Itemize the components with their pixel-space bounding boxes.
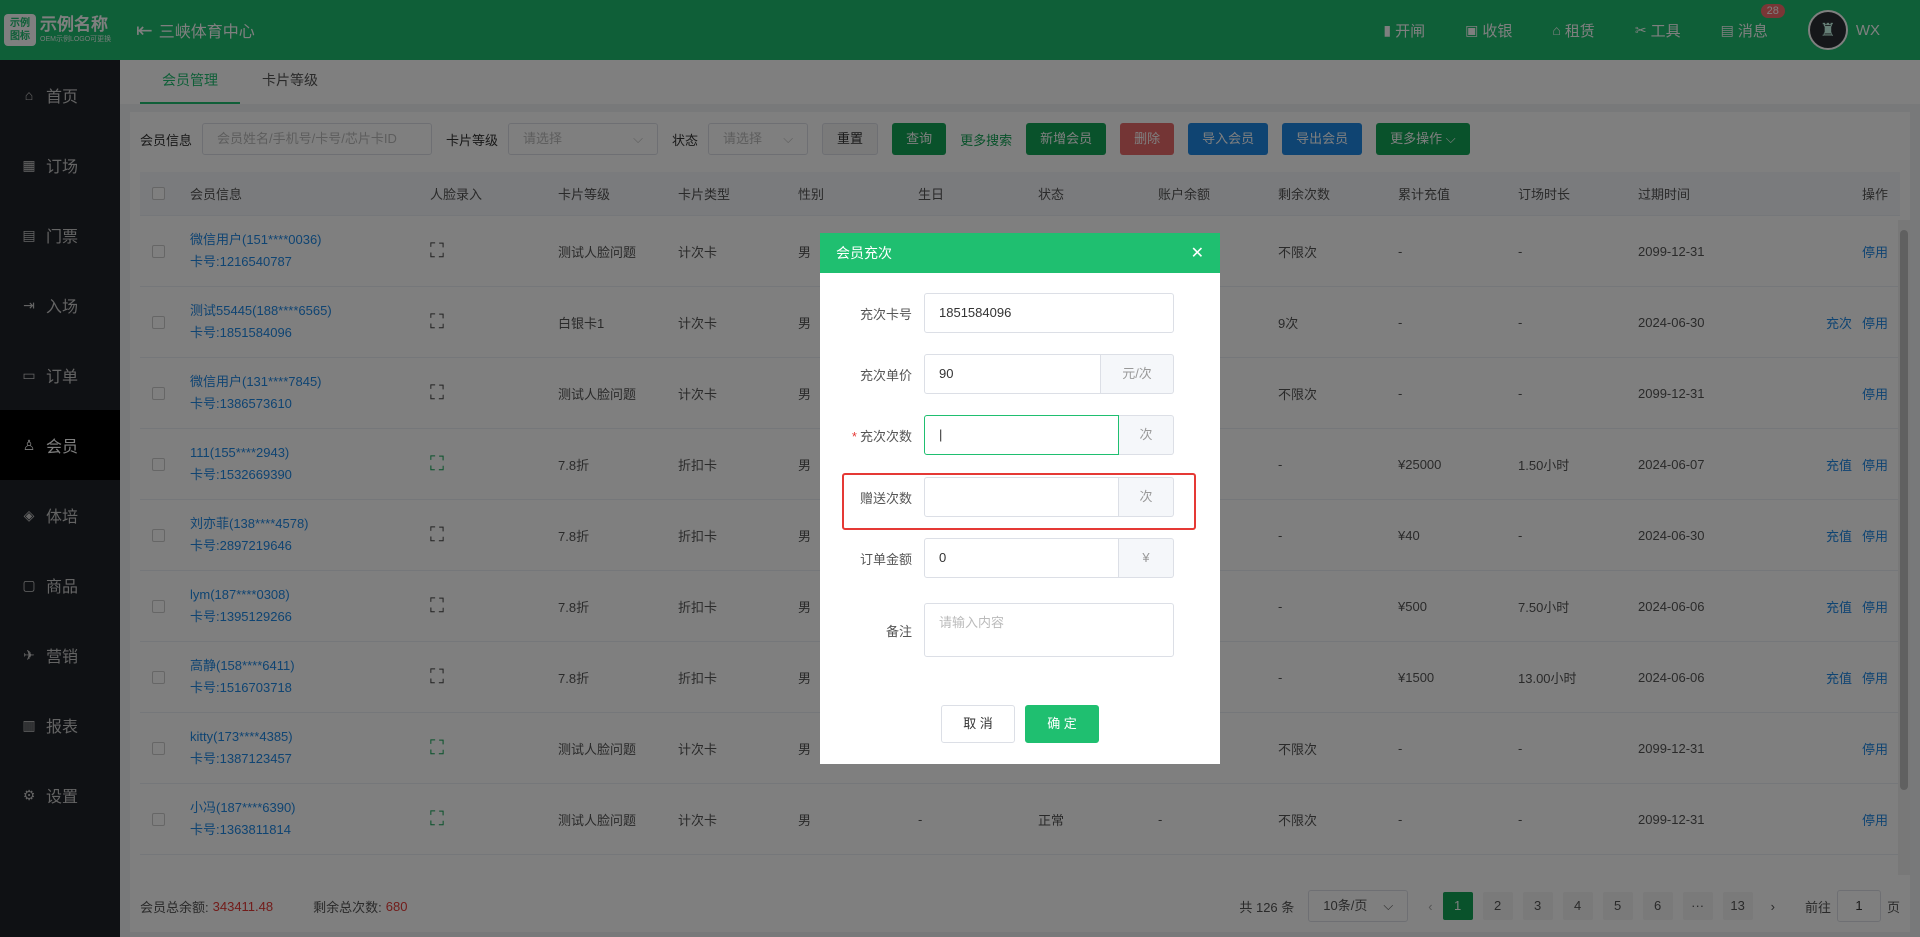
dialog-title: 会员充次 — [836, 245, 892, 261]
remark-label: 备注 — [885, 623, 912, 639]
recharge-times-suffix: 次 — [1119, 415, 1174, 455]
card-number-label: 充次卡号 — [859, 306, 912, 322]
recharge-times-row: * 充次次数 | 次 — [820, 415, 1220, 455]
remark-row: 备注 请输入内容 — [820, 603, 1220, 657]
unit-price-row: 充次单价 90 元/次 — [820, 354, 1220, 394]
unit-price-field[interactable]: 90 — [924, 354, 1101, 394]
order-amount-field[interactable]: 0 — [924, 538, 1119, 578]
order-amount-label: 订单金额 — [859, 551, 912, 567]
confirm-button[interactable]: 确 定 — [1025, 705, 1099, 743]
required-star: * — [851, 428, 857, 444]
order-amount-row: 订单金额 0 ¥ — [820, 538, 1220, 578]
gift-times-highlight-box — [842, 473, 1196, 530]
close-icon[interactable]: ✕ — [1191, 243, 1204, 263]
card-number-row: 充次卡号 1851584096 — [820, 293, 1220, 333]
cancel-button[interactable]: 取 消 — [941, 705, 1015, 743]
unit-price-suffix: 元/次 — [1101, 354, 1174, 394]
remark-textarea[interactable]: 请输入内容 — [924, 603, 1174, 657]
dialog-buttons: 取 消 确 定 — [820, 705, 1220, 743]
unit-price-label: 充次单价 — [859, 367, 912, 383]
card-number-field[interactable]: 1851584096 — [924, 293, 1174, 333]
order-amount-suffix: ¥ — [1119, 538, 1174, 578]
dialog-header: 会员充次 ✕ — [820, 233, 1220, 273]
recharge-times-label: * 充次次数 — [851, 428, 912, 444]
recharge-times-field[interactable]: | — [924, 415, 1119, 455]
